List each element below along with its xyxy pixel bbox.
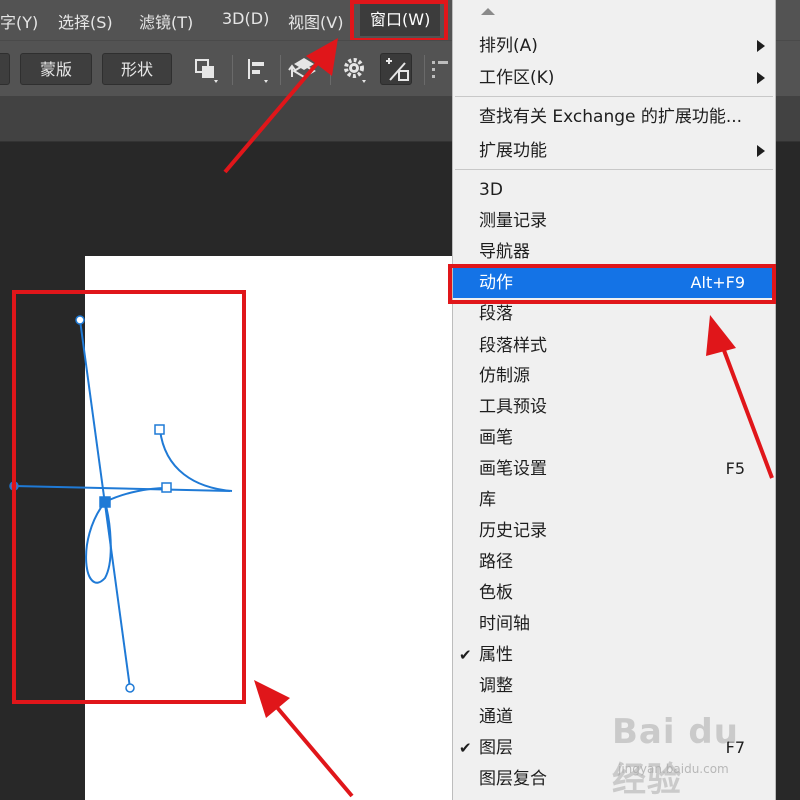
menu-item-3d[interactable]: 3D (453, 175, 775, 205)
scroll-up-icon[interactable] (481, 8, 495, 15)
annotation-box-actions-item (448, 264, 776, 304)
menu-item-layers[interactable]: ✔ 图层 F7 (453, 733, 775, 763)
annotation-box-path (12, 290, 246, 704)
submenu-arrow-icon (757, 145, 765, 157)
check-icon: ✔ (459, 646, 472, 664)
submenu-arrow-icon (757, 40, 765, 52)
menu-item-measurement-log[interactable]: 测量记录 (453, 206, 775, 236)
menu-item-paragraph-styles[interactable]: 段落样式 (453, 331, 775, 361)
check-icon: ✔ (459, 739, 472, 757)
menu-item-brushes[interactable]: 画笔 (453, 423, 775, 453)
menu-item-paths[interactable]: 路径 (453, 547, 775, 577)
menu-item-tool-presets[interactable]: 工具预设 (453, 392, 775, 422)
submenu-arrow-icon (757, 72, 765, 84)
menu-item-brush-settings[interactable]: 画笔设置 F5 (453, 454, 775, 484)
menu-item-clone-source[interactable]: 仿制源 (453, 361, 775, 391)
menu-item-channels[interactable]: 通道 (453, 702, 775, 732)
menu-item-arrange[interactable]: 排列(A) (453, 31, 775, 61)
menu-item-timeline[interactable]: 时间轴 (453, 609, 775, 639)
menu-item-extensions[interactable]: 扩展功能 (453, 136, 775, 166)
menu-item-layer-comps[interactable]: 图层复合 (453, 764, 775, 794)
menu-separator (455, 169, 773, 170)
menu-item-swatches[interactable]: 色板 (453, 578, 775, 608)
menu-separator (455, 96, 773, 97)
window-menu-dropdown: 排列(A) 工作区(K) 查找有关 Exchange 的扩展功能... 扩展功能… (452, 0, 776, 800)
menu-item-libraries[interactable]: 库 (453, 485, 775, 515)
menu-item-adjustments[interactable]: 调整 (453, 671, 775, 701)
menu-item-properties[interactable]: ✔ 属性 (453, 640, 775, 670)
menu-item-history[interactable]: 历史记录 (453, 516, 775, 546)
menu-item-navigator[interactable]: 导航器 (453, 237, 775, 267)
menu-item-find-exchange-extensions[interactable]: 查找有关 Exchange 的扩展功能... (453, 102, 775, 132)
menu-item-workspace[interactable]: 工作区(K) (453, 63, 775, 93)
